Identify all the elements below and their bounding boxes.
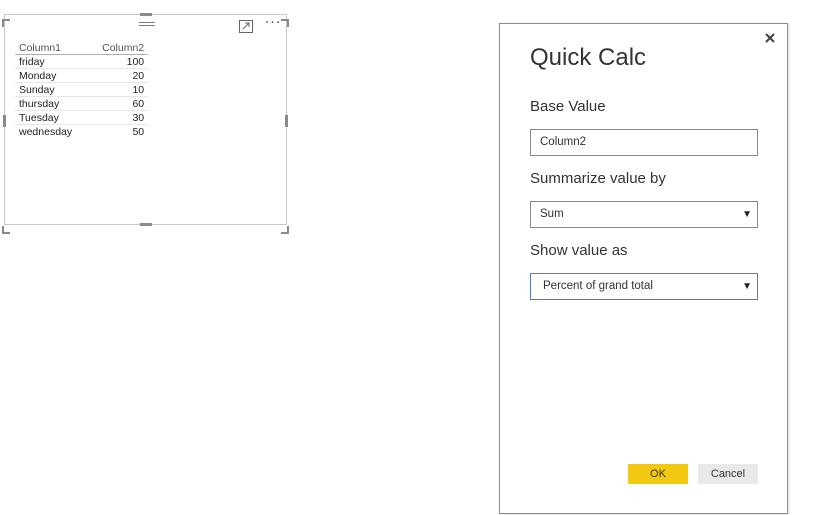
ok-button[interactable]: OK xyxy=(628,464,688,484)
table-cell: 100 xyxy=(76,54,149,69)
table-visual[interactable]: ··· Column1 Column2 friday 100 Monday 20 xyxy=(2,12,289,234)
resize-handle-top-right[interactable] xyxy=(281,12,289,27)
table-header-row: Column1 Column2 xyxy=(15,41,149,55)
cancel-button[interactable]: Cancel xyxy=(698,464,758,484)
resize-handle-bottom-right[interactable] xyxy=(281,219,289,234)
data-table: Column1 Column2 friday 100 Monday 20 Sun… xyxy=(15,41,149,139)
resize-handle-top-left[interactable] xyxy=(2,12,10,27)
dialog-title: Quick Calc xyxy=(530,44,647,71)
column-header[interactable]: Column2 xyxy=(76,41,149,55)
base-value-text: Column2 xyxy=(540,136,587,148)
table-row: wednesday 50 xyxy=(15,125,148,139)
summarize-label: Summarize value by xyxy=(530,170,666,187)
resize-handle-bottom-left[interactable] xyxy=(2,219,10,234)
table-cell: 10 xyxy=(76,82,149,97)
show-as-label: Show value as xyxy=(530,242,628,259)
table-cell: friday xyxy=(15,54,77,69)
quick-calc-dialog: Quick Calc Base Value Column2 Summarize … xyxy=(499,23,788,514)
table-cell: 50 xyxy=(132,125,145,138)
show-as-selected-value: Percent of grand total xyxy=(543,280,653,292)
column-header[interactable]: Column1 xyxy=(15,41,77,55)
table-cell: 20 xyxy=(76,68,149,83)
summarize-dropdown[interactable]: Sum ▼ xyxy=(530,201,758,228)
base-value-label: Base Value xyxy=(530,98,606,115)
visual-header: ··· xyxy=(5,15,286,35)
drag-handle-icon[interactable] xyxy=(139,22,155,28)
table-row: Sunday 10 xyxy=(15,82,149,97)
table-row: thursday 60 xyxy=(15,96,149,111)
canvas: ··· Column1 Column2 friday 100 Monday 20 xyxy=(0,0,816,515)
resize-handle-right[interactable] xyxy=(285,115,288,127)
table-cell: 60 xyxy=(76,96,149,111)
dropdown-arrow-icon: ▼ xyxy=(742,281,752,292)
table-row: Tuesday 30 xyxy=(15,110,149,125)
more-options-icon[interactable]: ··· xyxy=(263,15,283,33)
dropdown-arrow-icon: ▼ xyxy=(742,209,752,220)
resize-handle-top[interactable] xyxy=(140,13,152,16)
resize-handle-left[interactable] xyxy=(3,115,6,127)
focus-mode-icon[interactable] xyxy=(239,18,253,33)
table-cell: Monday xyxy=(15,68,77,83)
resize-handle-bottom[interactable] xyxy=(140,223,152,226)
table-cell: Sunday xyxy=(15,82,77,97)
base-value-field[interactable]: Column2 xyxy=(530,129,758,156)
table-cell: thursday xyxy=(15,96,77,111)
close-icon[interactable] xyxy=(763,30,777,44)
table-cell: wednesday xyxy=(19,125,73,138)
summarize-selected-value: Sum xyxy=(540,208,564,220)
show-as-dropdown[interactable]: Percent of grand total ▼ xyxy=(530,273,758,300)
table-row: Monday 20 xyxy=(15,68,149,83)
table-row: friday 100 xyxy=(15,54,149,69)
table-cell: 30 xyxy=(76,110,149,125)
table-cell: Tuesday xyxy=(15,110,77,125)
